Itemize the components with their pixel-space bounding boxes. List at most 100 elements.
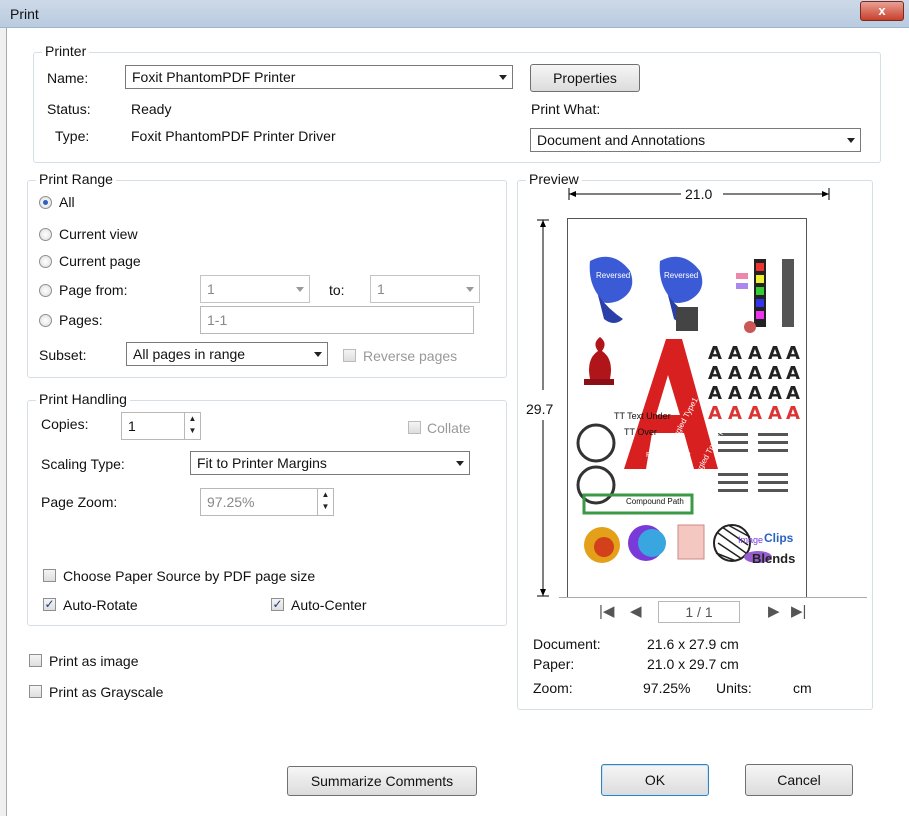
paper-size-value: 21.0 x 29.7 cm (647, 656, 739, 672)
units-label: Units: (716, 680, 752, 696)
reverse-pages-label[interactable]: Reverse pages (363, 348, 457, 364)
auto-rotate-label[interactable]: Auto-Rotate (63, 597, 138, 613)
auto-center-checkbox[interactable]: ✓ (271, 598, 284, 611)
subset-label: Subset: (39, 347, 87, 363)
to-label: to: (329, 282, 345, 298)
print-as-image-checkbox[interactable] (29, 654, 42, 667)
svg-text:A: A (728, 363, 742, 384)
ok-button[interactable]: OK (601, 764, 709, 796)
radio-page-from-label[interactable]: Page from: (59, 282, 127, 298)
radio-current-view[interactable] (39, 228, 52, 241)
svg-text:A: A (708, 363, 722, 384)
radio-all-label[interactable]: All (59, 194, 75, 210)
auto-center-label[interactable]: Auto-Center (291, 597, 366, 613)
page-zoom-input[interactable]: 97.25% ▲ ▼ (200, 488, 334, 516)
preview-page-thumbnail: AAAAA AAAAA AAAAA AAAAA Reversed Type I … (567, 218, 807, 598)
copies-label: Copies: (41, 416, 89, 432)
print-handling-title: Print Handling (36, 391, 130, 407)
svg-text:A: A (708, 403, 722, 424)
chevron-down-icon (466, 287, 474, 292)
radio-current-page-label[interactable]: Current page (59, 253, 141, 269)
radio-pages[interactable] (39, 314, 52, 327)
title-bar: Print x (0, 0, 909, 28)
print-as-grayscale-label[interactable]: Print as Grayscale (49, 684, 163, 700)
preview-zoom-label: Zoom: (533, 680, 573, 696)
radio-current-view-label[interactable]: Current view (59, 226, 138, 242)
page-from-select[interactable]: 1 (200, 275, 310, 303)
paper-source-label[interactable]: Choose Paper Source by PDF page size (63, 568, 315, 584)
chevron-down-icon (847, 138, 855, 143)
paper-size-label: Paper: (533, 656, 575, 672)
pages-input[interactable]: 1-1 (200, 306, 474, 334)
document-size-label: Document: (533, 636, 601, 652)
type-label: Type: (55, 128, 90, 144)
page-from-value: 1 (207, 281, 215, 297)
status-label: Status: (47, 101, 91, 117)
page-to-value: 1 (377, 281, 385, 297)
svg-text:A: A (768, 383, 782, 404)
svg-text:A: A (708, 383, 722, 404)
scaling-type-label: Scaling Type: (41, 456, 125, 472)
printer-name-label: Name: (47, 70, 89, 86)
cancel-button[interactable]: Cancel (745, 764, 853, 796)
thumb-text: Text (658, 441, 673, 450)
svg-text:A: A (786, 363, 800, 384)
summarize-comments-button[interactable]: Summarize Comments (287, 766, 477, 796)
scaling-type-select[interactable]: Fit to Printer Margins (190, 451, 470, 475)
window-title: Print (10, 6, 39, 22)
chevron-down-icon (296, 287, 304, 292)
dialog-body: Printer Name: Foxit PhantomPDF Printer P… (6, 28, 909, 816)
svg-text:A: A (786, 403, 800, 424)
collate-checkbox[interactable] (408, 421, 421, 434)
chevron-down-icon (499, 75, 507, 80)
printer-name-select[interactable]: Foxit PhantomPDF Printer (125, 65, 513, 89)
radio-current-page[interactable] (39, 255, 52, 268)
svg-text:A: A (786, 383, 800, 404)
svg-text:A: A (748, 343, 762, 364)
collate-label[interactable]: Collate (427, 420, 471, 436)
svg-text:A: A (728, 403, 742, 424)
previous-page-icon[interactable]: ◀ (630, 602, 642, 620)
copies-stepper[interactable]: ▲ ▼ (184, 413, 200, 439)
chevron-down-icon (456, 461, 464, 466)
first-page-icon[interactable]: |◀ (599, 602, 614, 620)
page-indicator[interactable]: 1 / 1 (658, 601, 740, 623)
paper-source-checkbox[interactable] (43, 569, 56, 582)
printer-name-value: Foxit PhantomPDF Printer (132, 69, 296, 85)
reverse-pages-checkbox[interactable] (343, 349, 356, 362)
print-what-select[interactable]: Document and Annotations (530, 128, 861, 152)
auto-rotate-checkbox[interactable]: ✓ (43, 598, 56, 611)
svg-text:A: A (748, 403, 762, 424)
chevron-down-icon (314, 352, 322, 357)
radio-all[interactable] (39, 196, 52, 209)
radio-pages-label[interactable]: Pages: (59, 312, 103, 328)
print-as-grayscale-checkbox[interactable] (29, 685, 42, 698)
subset-select[interactable]: All pages in range (126, 342, 328, 366)
properties-button[interactable]: Properties (530, 64, 640, 92)
preview-zoom-value: 97.25% (643, 680, 691, 696)
radio-page-from[interactable] (39, 284, 52, 297)
print-what-label: Print What: (531, 101, 601, 117)
svg-text:A: A (786, 343, 800, 364)
close-button[interactable]: x (860, 1, 904, 21)
next-page-icon[interactable]: ▶ (768, 602, 780, 620)
page-to-select[interactable]: 1 (370, 275, 480, 303)
svg-text:A: A (768, 403, 782, 424)
svg-text:A: A (728, 383, 742, 404)
printer-group-title: Printer (42, 43, 90, 59)
last-page-icon[interactable]: ▶| (791, 602, 806, 620)
print-range-title: Print Range (36, 171, 116, 187)
type-value: Foxit PhantomPDF Printer Driver (131, 128, 336, 144)
thumb-clips: Clips (764, 531, 794, 545)
subset-value: All pages in range (133, 346, 246, 362)
thumb-tt-text-under: TT Text Under (614, 411, 671, 421)
print-what-value: Document and Annotations (537, 132, 706, 148)
thumb-reversed-truetype: Reversed Truetype (664, 271, 732, 280)
svg-text:A: A (748, 383, 762, 404)
thumb-blends: Blends (752, 551, 796, 566)
page-zoom-stepper[interactable]: ▲ ▼ (317, 489, 333, 515)
print-as-image-label[interactable]: Print as image (49, 653, 138, 669)
thumb-image: Image (738, 535, 764, 545)
copies-input[interactable]: 1 ▲ ▼ (121, 412, 201, 440)
thumb-compound-path: Compound Path (626, 497, 684, 506)
